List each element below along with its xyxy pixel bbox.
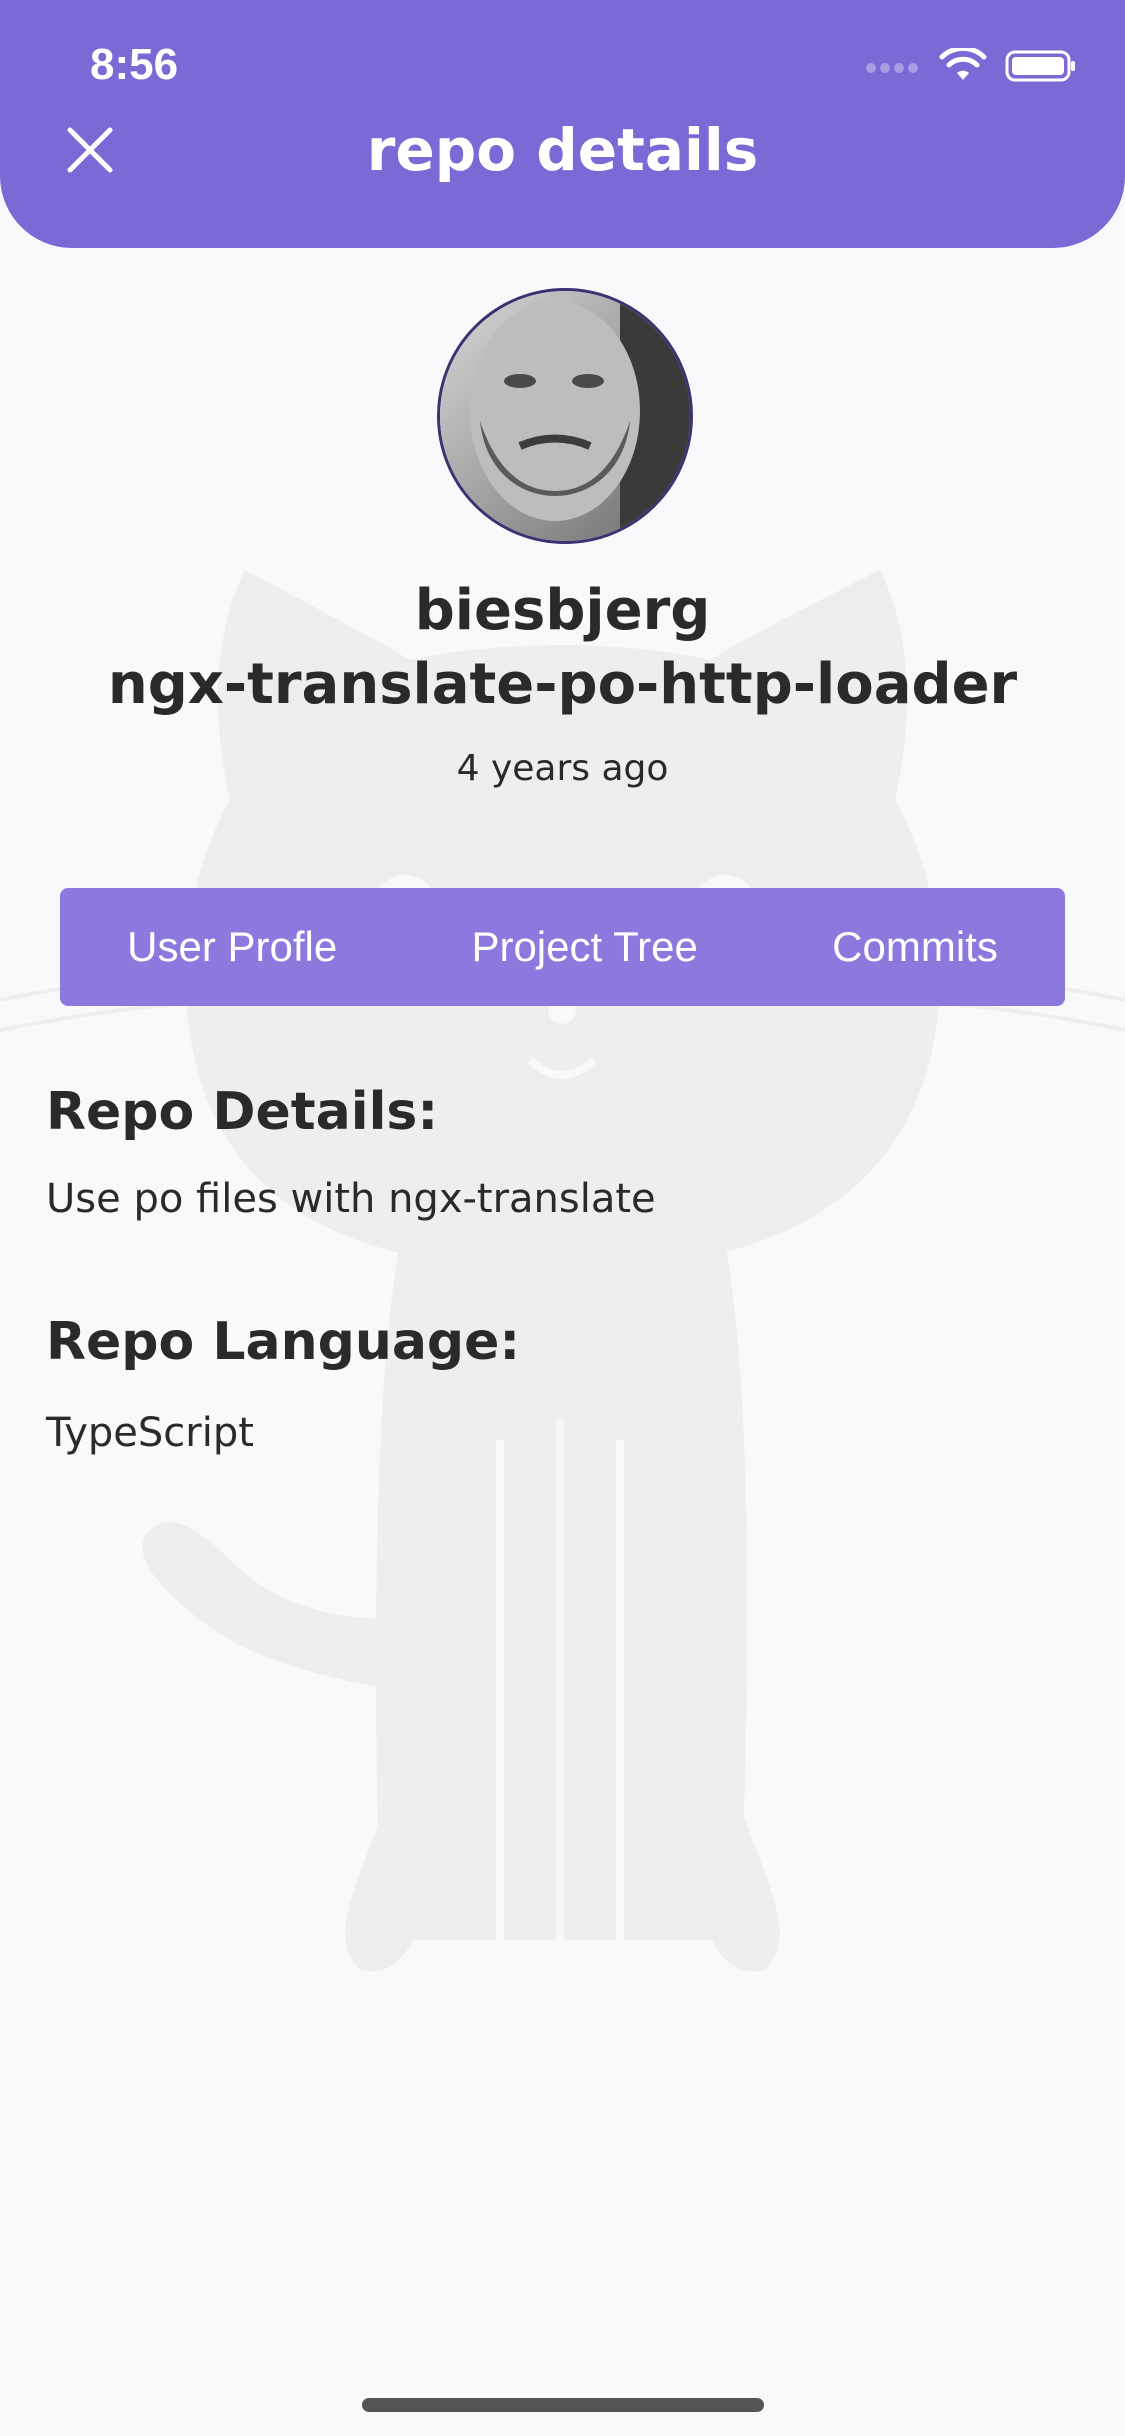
status-indicators [865,48,1077,84]
wifi-icon [939,48,987,80]
cellular-signal-icon [866,63,918,73]
repo-language: TypeScript [46,1410,254,1456]
home-indicator[interactable] [362,2398,764,2412]
tab-project-tree[interactable]: Project Tree [453,903,715,991]
repo-age: 4 years ago [456,748,669,789]
user-photo-image [440,291,690,541]
tab-user-profile[interactable]: User Profle [109,903,355,991]
repo-name: ngx-translate-po-http-loader [107,652,1018,717]
avatar [437,288,693,544]
battery-icon [1005,50,1075,82]
page-title: repo details [366,116,759,184]
repo-tab-bar: User Profle Project Tree Commits [60,888,1065,1006]
status-time: 8:56 [90,40,179,89]
repo-owner: biesbjerg [414,578,711,643]
repo-description: Use po files with ngx-translate [46,1176,656,1222]
app-header: 8:56 repo details [0,0,1125,248]
repo-language-heading: Repo Language: [46,1312,521,1372]
repo-details-heading: Repo Details: [46,1082,439,1142]
tab-commits[interactable]: Commits [814,903,1016,991]
